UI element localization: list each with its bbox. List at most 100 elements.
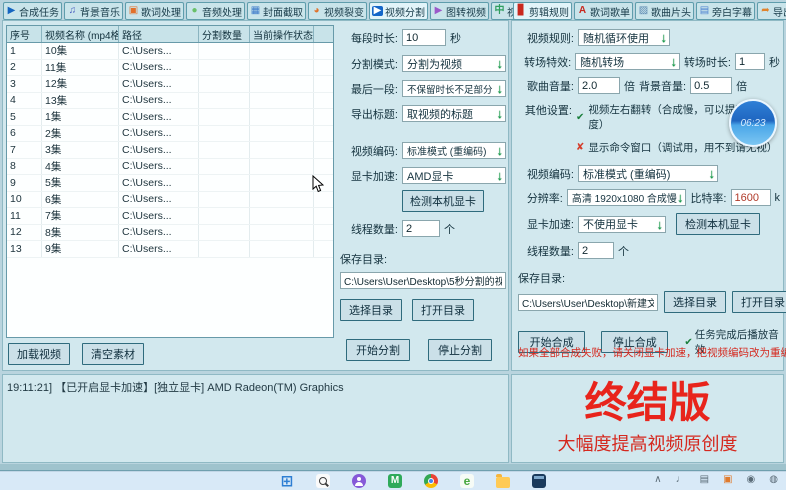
tab-compose-task[interactable]: ▶合成任务 xyxy=(3,2,62,20)
cell-path: C:\Users... xyxy=(119,109,199,125)
pinned-app-icon[interactable] xyxy=(532,474,546,488)
clear-materials-button[interactable]: 清空素材 xyxy=(82,343,144,365)
cell-status xyxy=(250,192,314,208)
resolution-select[interactable]: 高清 1920x1080 合成慢↓ xyxy=(567,189,687,206)
table-row[interactable]: 10 6集 C:\Users... xyxy=(7,192,333,209)
transition-length-input[interactable] xyxy=(735,53,765,70)
merge-gpu-select[interactable]: 不使用显卡↓ xyxy=(578,216,666,233)
audio-icon: ● xyxy=(189,6,200,16)
merge-save-dir-input[interactable] xyxy=(518,294,658,311)
last-segment-select[interactable]: 不保留时长不足部分↓ xyxy=(402,80,506,97)
video-rule-select[interactable]: 随机循环使用↓ xyxy=(578,29,670,46)
table-row[interactable]: 6 2集 C:\Users... xyxy=(7,126,333,143)
tray-icon[interactable]: ∧ xyxy=(654,475,661,485)
tab-label: 音频处理 xyxy=(202,4,242,19)
table-row[interactable]: 2 11集 C:\Users... xyxy=(7,60,333,77)
table-row[interactable]: 8 4集 C:\Users... xyxy=(7,159,333,176)
cover-capture-icon: ▦ xyxy=(250,6,261,16)
split-mode-select[interactable]: 分割为视频 ↓ xyxy=(402,55,506,72)
export-title-select[interactable]: 取视频的标题↓ xyxy=(402,105,506,122)
load-videos-button[interactable]: 加载视频 xyxy=(8,343,70,365)
chrome-icon[interactable] xyxy=(424,474,438,488)
table-row[interactable]: 13 9集 C:\Users... xyxy=(7,241,333,258)
toolbar-left: ▶合成任务 ♫背景音乐 ▣歌词处理 ●音频处理 ▦封面截取 ◕视频裂变 ▶视频分… xyxy=(3,2,550,20)
table-row[interactable]: 3 12集 C:\Users... xyxy=(7,76,333,93)
tab-image-to-video[interactable]: ▶图转视频 xyxy=(430,2,489,20)
song-volume-input[interactable] xyxy=(578,77,620,94)
tab-lyrics-processing[interactable]: ▣歌词处理 xyxy=(125,2,184,20)
tab-cover-capture[interactable]: ▦封面截取 xyxy=(247,2,306,20)
tab-song-intro[interactable]: ▨歌曲片头 xyxy=(635,2,694,20)
table-row[interactable]: 5 1集 C:\Users... xyxy=(7,109,333,126)
gpu-accel-select[interactable]: AMD显卡↓ xyxy=(402,167,506,184)
tab-video-split[interactable]: ▶视频分割 xyxy=(369,2,428,20)
threads-input[interactable] xyxy=(402,220,440,237)
open-dir-button[interactable]: 打开目录 xyxy=(412,299,474,321)
cell-video-name: 5集 xyxy=(42,175,119,191)
chevron-down-icon: ↓ xyxy=(497,57,504,70)
tab-audio-processing[interactable]: ●音频处理 xyxy=(186,2,245,20)
resolution-label: 分辨率: xyxy=(518,190,563,206)
start-split-button[interactable]: 开始分割 xyxy=(346,339,410,361)
cell-split-count xyxy=(199,93,250,109)
tray-icon[interactable]: ◍ xyxy=(769,475,778,485)
video-encode-select[interactable]: 标准模式 (重编码)↓ xyxy=(402,142,506,159)
tray-icon[interactable]: ♩ xyxy=(676,475,686,485)
tab-video-fission[interactable]: ◕视频裂变 xyxy=(308,2,367,20)
table-row[interactable]: 9 5集 C:\Users... xyxy=(7,175,333,192)
tab-background-music[interactable]: ♫背景音乐 xyxy=(64,2,123,20)
table-row[interactable]: 1 10集 C:\Users... xyxy=(7,43,333,60)
merge-encode-select[interactable]: 标准模式 (重编码)↓ xyxy=(578,165,718,182)
transition-select[interactable]: 随机转场↓ xyxy=(575,53,680,70)
video-encode-label: 视频编码: xyxy=(340,143,398,159)
file-explorer-icon[interactable] xyxy=(496,477,510,488)
merge-open-dir-button[interactable]: 打开目录 xyxy=(732,291,786,313)
cell-status xyxy=(250,175,314,191)
image-to-video-icon: ▶ xyxy=(433,6,444,16)
merge-gpu-label: 显卡加速: xyxy=(518,216,574,232)
tab-narration-subtitle[interactable]: ▤旁白字幕 xyxy=(696,2,755,20)
tab-edit-rules[interactable]: ▊剪辑规则 xyxy=(513,2,572,20)
cell-status xyxy=(250,93,314,109)
choose-dir-button[interactable]: 选择目录 xyxy=(340,299,402,321)
tab-label: 封面截取 xyxy=(263,4,303,19)
other-settings-label: 其他设置: xyxy=(518,102,572,118)
split-mode-value: 分割为视频 xyxy=(407,56,462,72)
video-crop-icon: 中 xyxy=(494,6,505,16)
stop-split-button[interactable]: 停止分割 xyxy=(428,339,492,361)
cell-path: C:\Users... xyxy=(119,208,199,224)
merge-choose-dir-button[interactable]: 选择目录 xyxy=(664,291,726,313)
tray-icon[interactable]: ▣ xyxy=(723,475,732,485)
cell-status xyxy=(250,241,314,257)
table-row[interactable]: 7 3集 C:\Users... xyxy=(7,142,333,159)
merge-detect-gpu-button[interactable]: 检测本机显卡 xyxy=(676,213,760,235)
start-button-icon[interactable]: ⊞ xyxy=(280,474,294,488)
cell-index: 5 xyxy=(7,109,42,125)
e-app-icon[interactable]: e xyxy=(460,474,474,488)
cell-path: C:\Users... xyxy=(119,192,199,208)
tab-lyrics-playlist[interactable]: A歌词歌单 xyxy=(574,2,633,20)
merge-threads-input[interactable] xyxy=(578,242,614,259)
segment-duration-input[interactable] xyxy=(402,29,446,46)
cell-index: 7 xyxy=(7,142,42,158)
cell-path: C:\Users... xyxy=(119,126,199,142)
table-row[interactable]: 11 7集 C:\Users... xyxy=(7,208,333,225)
timer-text: 06:23 xyxy=(740,118,765,129)
search-icon[interactable] xyxy=(316,474,330,488)
tray-icon[interactable]: ▤ xyxy=(700,475,709,485)
bg-volume-input[interactable] xyxy=(690,77,732,94)
mail-app-icon[interactable]: M xyxy=(388,474,402,488)
cell-index: 11 xyxy=(7,208,42,224)
tab-export-title[interactable]: ➦导出标题 xyxy=(757,2,786,20)
user-app-icon[interactable] xyxy=(352,474,366,488)
taskbar: ⊞ M e ∧ ♩ ▤ ▣ ◉ ◍ xyxy=(0,471,786,490)
table-row[interactable]: 4 13集 C:\Users... xyxy=(7,93,333,110)
bitrate-input[interactable] xyxy=(731,189,771,206)
cell-video-name: 7集 xyxy=(42,208,119,224)
tray-icon[interactable]: ◉ xyxy=(747,475,756,485)
table-row[interactable]: 12 8集 C:\Users... xyxy=(7,225,333,242)
cell-split-count xyxy=(199,60,250,76)
cell-path: C:\Users... xyxy=(119,76,199,92)
detect-gpu-button[interactable]: 检测本机显卡 xyxy=(402,190,484,212)
save-dir-input[interactable] xyxy=(340,272,506,289)
